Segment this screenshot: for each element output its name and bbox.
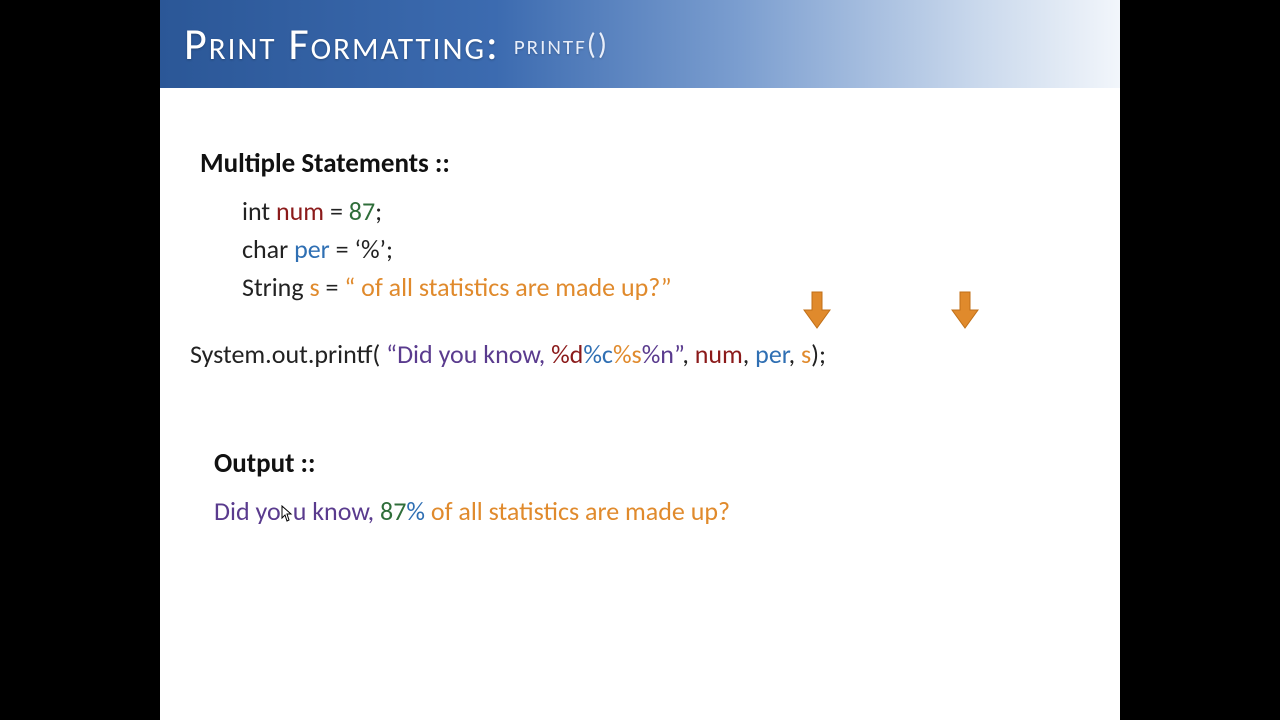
kw-int: int — [242, 195, 276, 227]
comma3: , — [789, 338, 801, 370]
decl-char: char per = ‘%’; — [242, 231, 1080, 269]
eq2: = — [330, 233, 355, 265]
fmt-s: %s — [613, 338, 642, 370]
var-s: s — [309, 271, 319, 303]
val-string: “ of all statistics are made up?” — [344, 271, 671, 303]
arg-per: per — [755, 338, 788, 370]
output-section: Output :: Did yo u know, 87% of all stati… — [214, 444, 1080, 534]
out-part1: Did yo — [214, 495, 281, 527]
semi1: ; — [375, 195, 382, 227]
title-main: Print Formatting: — [184, 17, 500, 71]
printf-end: ); — [811, 338, 826, 370]
eq1: = — [324, 195, 349, 227]
out-87: 87 — [380, 495, 406, 527]
arrow-down-icon — [950, 290, 980, 330]
fmt-d: %d — [551, 338, 583, 370]
arg-num: num — [695, 338, 743, 370]
fmt-c: %c — [583, 338, 613, 370]
out-rest: of all statistics are made up? — [425, 495, 730, 527]
heading-output: Output :: — [214, 444, 1080, 483]
comma2: , — [743, 338, 755, 370]
kw-string: String — [242, 271, 309, 303]
out-pct: % — [406, 495, 425, 527]
title-bar: Print Formatting: printf() — [160, 0, 1120, 88]
title-sub: printf() — [514, 26, 609, 63]
semi2: ; — [386, 233, 393, 265]
var-per: per — [294, 233, 330, 265]
comma1: , — [682, 338, 694, 370]
arrow-down-icon — [802, 290, 832, 330]
val-percent: ‘%’ — [354, 233, 386, 265]
slide: Print Formatting: printf() Multiple Stat… — [160, 0, 1120, 720]
var-num: num — [276, 195, 324, 227]
heading-multiple-statements: Multiple Statements :: — [200, 144, 1080, 183]
arg-s: s — [801, 338, 811, 370]
printf-prefix: System.out.printf( — [190, 338, 386, 370]
literal-text: Did you know, — [397, 338, 551, 370]
slide-content: Multiple Statements :: int num = 87; cha… — [160, 88, 1120, 534]
fmt-n: %n — [642, 338, 674, 370]
open-quote: “ — [386, 338, 397, 370]
eq3: = — [320, 271, 345, 303]
val-87: 87 — [349, 195, 375, 227]
output-text: Did yo u know, 87% of all statistics are … — [214, 493, 1080, 534]
printf-call: System.out.printf( “Did you know, %d%c%s… — [190, 336, 1080, 374]
cursor-icon — [281, 496, 293, 534]
kw-char: char — [242, 233, 294, 265]
decl-int: int num = 87; — [242, 193, 1080, 231]
out-part1b: u know, — [293, 495, 380, 527]
